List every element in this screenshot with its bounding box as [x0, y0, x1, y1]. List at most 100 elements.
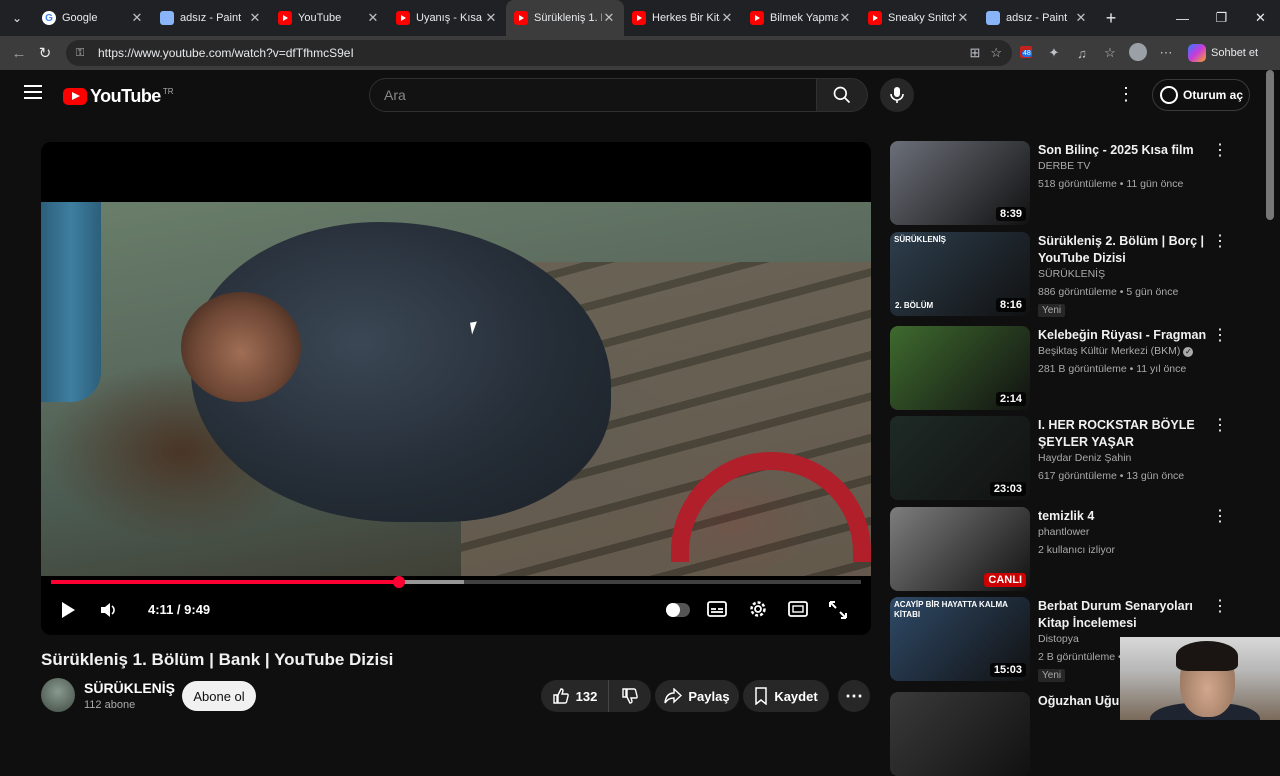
channel-name[interactable]: SÜRÜKLENİŞ [84, 680, 175, 696]
voice-search-button[interactable] [880, 78, 914, 112]
browser-tab[interactable]: Sürükleniş 1. Bö✕ [506, 0, 624, 36]
theater-mode-button[interactable] [788, 601, 808, 617]
recommendation-title[interactable]: Berbat Durum Senaryoları Kitap İncelemes… [1038, 598, 1208, 632]
browser-tab[interactable]: YouTube ✕ [270, 0, 388, 36]
copilot-button[interactable]: Sohbet et [1188, 44, 1258, 62]
youtube-icon [868, 11, 882, 25]
collections-icon[interactable]: ☆ [1096, 45, 1124, 61]
search-box[interactable] [369, 78, 817, 112]
close-tab-icon[interactable]: ✕ [838, 10, 852, 26]
browser-essentials-icon[interactable]: ♫ [1068, 46, 1096, 61]
duration-badge: 2:14 [995, 392, 1026, 406]
autoplay-toggle[interactable] [666, 603, 690, 617]
like-button[interactable]: 132 [541, 680, 609, 712]
close-tab-icon[interactable]: ✕ [720, 10, 734, 26]
video-thumbnail[interactable]: SÜRÜKLENİŞ 2. BÖLÜM 8:16 [890, 232, 1030, 316]
card-more-vert-icon[interactable]: ⋮ [1212, 143, 1228, 159]
video-thumbnail[interactable]: 8:39 [890, 141, 1030, 225]
site-info-icon[interactable]: ⚿ [76, 47, 92, 60]
close-tab-icon[interactable]: ✕ [248, 10, 262, 26]
card-more-vert-icon[interactable]: ⋮ [1212, 418, 1228, 434]
close-tab-icon[interactable]: ✕ [366, 10, 380, 26]
url-text[interactable]: https://www.youtube.com/watch?v=dfTfhmcS… [98, 46, 959, 60]
dislike-button[interactable] [609, 687, 651, 705]
video-thumbnail[interactable]: ACAYİP BİR HAYATTA KALMA KİTABI 15:03 [890, 597, 1030, 681]
youtube-logo[interactable]: YouTube TR [63, 86, 174, 107]
video-thumbnail[interactable]: 23:03 [890, 416, 1030, 500]
minimize-icon[interactable]: — [1163, 0, 1202, 36]
progress-bar[interactable] [51, 576, 861, 588]
close-tab-icon[interactable]: ✕ [484, 10, 498, 26]
settings-more-vert-icon[interactable]: ⋮ [1116, 84, 1136, 105]
close-tab-icon[interactable]: ✕ [1074, 10, 1088, 26]
tab-title: YouTube [298, 12, 342, 24]
subscribe-button[interactable]: Abone ol [182, 681, 256, 711]
recommendation-channel[interactable]: Haydar Deniz Şahin [1038, 452, 1131, 464]
recommendation-channel[interactable]: Distopya [1038, 633, 1079, 645]
recommendation-channel[interactable]: phantlower [1038, 526, 1089, 538]
channel-name-text: Distopya [1038, 633, 1079, 645]
page-scrollbar[interactable] [1266, 70, 1274, 220]
profile-avatar-icon[interactable] [1124, 42, 1152, 64]
more-actions-button[interactable]: ⋯ [838, 680, 870, 712]
browser-tab[interactable]: Bilmek Yapmakt✕ [742, 0, 860, 36]
recommendation-channel[interactable]: DERBE TV [1038, 160, 1090, 172]
settings-more-icon[interactable]: ⋯ [1152, 45, 1180, 61]
channel-avatar[interactable] [41, 678, 75, 712]
app-available-icon[interactable]: ⊞ [969, 45, 980, 61]
recommendation-card[interactable]: 2:14 Kelebeğin Rüyası - Fragman Beşiktaş K… [890, 326, 1235, 410]
extensions-puzzle-icon[interactable]: ✦ [1040, 45, 1068, 61]
recommendation-title[interactable]: Son Bilinç - 2025 Kısa film [1038, 142, 1208, 159]
play-button[interactable] [59, 600, 77, 620]
video-player[interactable]: 4:11 / 9:49 HD [41, 142, 871, 635]
recommendation-title[interactable]: temizlik 4 [1038, 508, 1208, 525]
recommendation-card[interactable]: 23:03 I. HER ROCKSTAR BÖYLE ŞEYLER YAŞAR H… [890, 416, 1235, 500]
recommendation-card[interactable]: 8:39 Son Bilinç - 2025 Kısa film DERBE TV 5… [890, 141, 1235, 225]
card-more-vert-icon[interactable]: ⋮ [1212, 599, 1228, 615]
close-tab-icon[interactable]: ✕ [602, 10, 616, 26]
close-window-icon[interactable]: ✕ [1241, 0, 1280, 36]
recommendation-title[interactable]: Sürükleniş 2. Bölüm | Borç | YouTube Diz… [1038, 233, 1208, 267]
video-frame[interactable] [41, 202, 871, 576]
new-tab-plus-icon[interactable]: + [1096, 8, 1126, 29]
recommendation-channel[interactable]: SÜRÜKLENİŞ [1038, 268, 1105, 280]
recommendation-title[interactable]: Kelebeğin Rüyası - Fragman [1038, 327, 1208, 344]
video-thumbnail[interactable] [890, 692, 1030, 776]
address-bar[interactable]: ⚿ https://www.youtube.com/watch?v=dfTfhm… [66, 40, 1012, 66]
search-button[interactable] [816, 78, 868, 112]
close-tab-icon[interactable]: ✕ [130, 10, 144, 26]
reload-icon[interactable]: ↻ [32, 44, 58, 62]
signin-button[interactable]: Oturum aç [1152, 79, 1250, 111]
save-button[interactable]: Kaydet [743, 680, 829, 712]
recommendation-card[interactable]: SÜRÜKLENİŞ 2. BÖLÜM 8:16 Sürükleniş 2. Bölü… [890, 232, 1235, 317]
browser-tab[interactable]: Herkes Bir Kitap✕ [624, 0, 742, 36]
browser-tab[interactable]: adsız - Paint ✕ [152, 0, 270, 36]
card-more-vert-icon[interactable]: ⋮ [1212, 234, 1228, 250]
favorite-star-icon[interactable]: ☆ [990, 45, 1002, 61]
video-thumbnail[interactable]: CANLI [890, 507, 1030, 591]
tab-actions-chevron-icon[interactable]: ⌄ [0, 0, 34, 36]
subtitles-button[interactable] [707, 600, 727, 618]
volume-button[interactable] [99, 601, 119, 619]
restore-icon[interactable]: ❐ [1202, 0, 1241, 36]
recommendation-card[interactable]: CANLI temizlik 4 phantlower 2 kullanıcı izl… [890, 507, 1235, 591]
fullscreen-button[interactable] [828, 600, 848, 620]
theater-mode-icon [788, 601, 808, 617]
card-more-vert-icon[interactable]: ⋮ [1212, 328, 1228, 344]
share-button[interactable]: Paylaş [655, 680, 739, 712]
guide-menu-icon[interactable] [24, 85, 42, 103]
browser-tab[interactable]: Uyanış - Kısa Fil✕ [388, 0, 506, 36]
browser-tab[interactable]: Sneaky Snitch (I✕ [860, 0, 978, 36]
search-input[interactable] [384, 87, 816, 103]
scrubber-knob[interactable] [393, 576, 406, 588]
card-more-vert-icon[interactable]: ⋮ [1212, 509, 1228, 525]
recommendation-channel[interactable]: Beşiktaş Kültür Merkezi (BKM) ✓ [1038, 345, 1194, 357]
settings-button[interactable]: HD [748, 599, 768, 619]
back-arrow-icon[interactable]: ← [6, 45, 32, 62]
recommendation-title[interactable]: I. HER ROCKSTAR BÖYLE ŞEYLER YAŞAR [1038, 417, 1208, 451]
video-thumbnail[interactable]: 2:14 [890, 326, 1030, 410]
close-tab-icon[interactable]: ✕ [956, 10, 970, 26]
extension-badge-icon[interactable]: 48 [1012, 45, 1040, 61]
browser-tab[interactable]: adsız - Paint ✕ [978, 0, 1096, 36]
browser-tab[interactable]: G Google ✕ [34, 0, 152, 36]
